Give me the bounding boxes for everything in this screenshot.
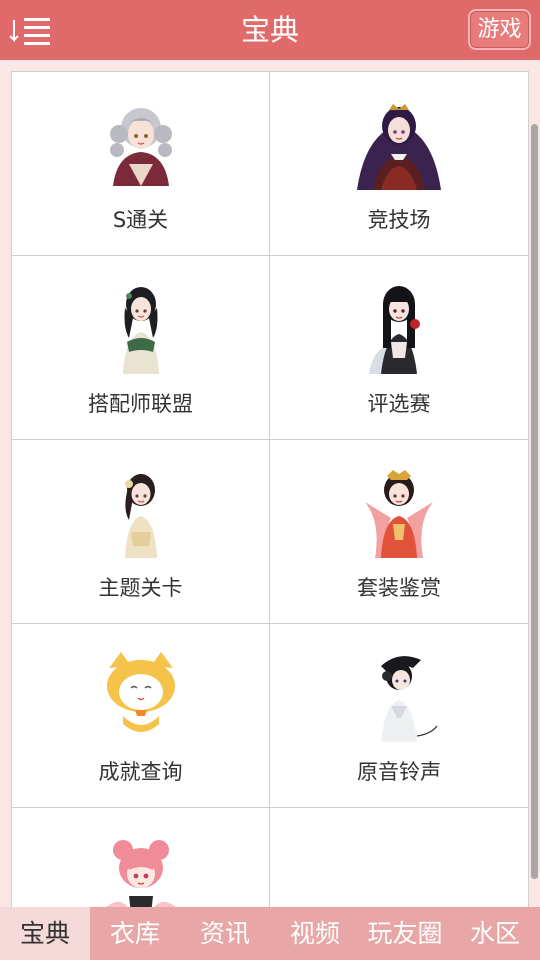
character-silver-hair-icon <box>93 94 189 190</box>
tab-video[interactable]: 视频 <box>270 907 360 960</box>
grid-item-outfit-gallery[interactable]: 套装鉴赏 <box>270 440 528 624</box>
menu-list-icon[interactable] <box>8 12 56 50</box>
main-content: S通关 竞技场 搭配师联盟 评选赛 主题关卡 套装鉴赏 成就查询 原音铃声 <box>0 60 540 907</box>
character-pink-hair-icon <box>93 830 189 907</box>
grid-item-label: 原音铃声 <box>357 760 441 784</box>
character-gold-qipao-icon <box>93 462 189 558</box>
grid-item-s-clear[interactable]: S通关 <box>12 72 270 256</box>
grid-item-stylist-league[interactable]: 搭配师联盟 <box>12 256 270 440</box>
grid-item-label: 评选赛 <box>367 392 431 416</box>
character-headphones-icon <box>351 646 447 742</box>
game-button[interactable]: 游戏 <box>468 9 531 50</box>
character-purple-crown-icon <box>351 94 447 190</box>
grid-item-label: 主题关卡 <box>98 576 183 600</box>
tab-handbook[interactable]: 宝典 <box>0 907 90 960</box>
tab-friends-circle[interactable]: 玩友圈 <box>360 907 450 960</box>
grid-item-achievement-query[interactable]: 成就查询 <box>12 624 270 808</box>
grid-item-ringtones[interactable]: 原音铃声 <box>270 624 528 808</box>
yellow-cat-mascot-icon <box>93 646 189 742</box>
grid-item-label: 套装鉴赏 <box>357 576 441 600</box>
grid-item-label: 成就查询 <box>98 760 183 784</box>
grid-item-empty <box>270 808 528 907</box>
grid-item-label: 竞技场 <box>367 208 431 232</box>
character-green-qipao-icon <box>93 278 189 374</box>
tab-news[interactable]: 资讯 <box>180 907 270 960</box>
grid-item-label: S通关 <box>112 208 169 232</box>
character-black-hair-rose-icon <box>351 278 447 374</box>
grid-item-more[interactable] <box>12 808 270 907</box>
page-title: 宝典 <box>240 13 299 47</box>
bottom-tab-bar: 宝典 衣库 资讯 视频 玩友圈 水区 <box>0 907 540 960</box>
grid-item-arena[interactable]: 竞技场 <box>270 72 528 256</box>
tab-wardrobe[interactable]: 衣库 <box>90 907 180 960</box>
vertical-scrollbar[interactable] <box>531 124 538 879</box>
grid-item-theme-levels[interactable]: 主题关卡 <box>12 440 270 624</box>
top-bar: 宝典 游戏 <box>0 0 540 60</box>
tab-water-area[interactable]: 水区 <box>450 907 540 960</box>
character-red-hanfu-icon <box>351 462 447 558</box>
grid-item-selection-contest[interactable]: 评选赛 <box>270 256 528 440</box>
grid-item-label: 搭配师联盟 <box>88 392 193 416</box>
feature-grid: S通关 竞技场 搭配师联盟 评选赛 主题关卡 套装鉴赏 成就查询 原音铃声 <box>11 71 529 907</box>
